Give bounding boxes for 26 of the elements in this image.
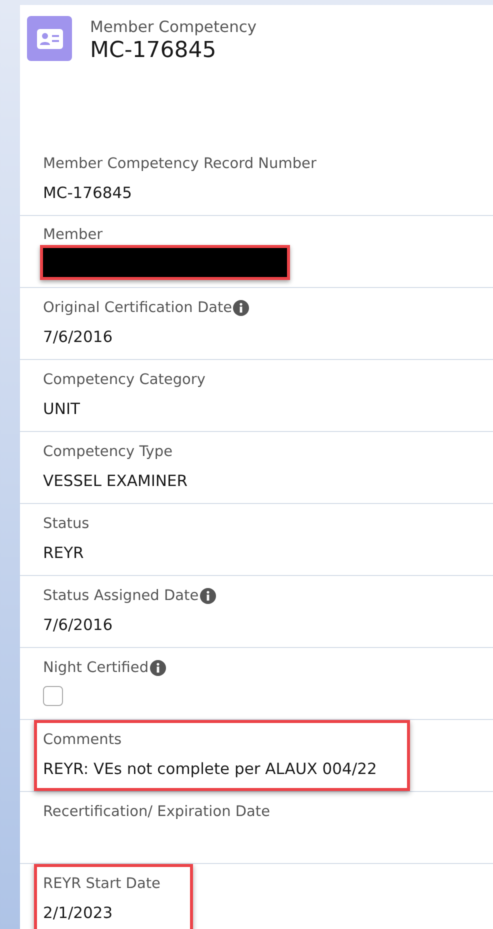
field-value: 2/1/2023 bbox=[43, 903, 114, 924]
field-value: MC-176845 bbox=[43, 183, 133, 204]
field-label: Night Certified bbox=[43, 660, 149, 676]
record-title: MC-176845 bbox=[90, 37, 218, 65]
field-label: REYR Start Date bbox=[43, 876, 160, 892]
field-label: Status Assigned Date bbox=[43, 588, 199, 604]
field-label: Competency Type bbox=[43, 444, 173, 460]
field-value: 7/6/2016 bbox=[43, 615, 114, 636]
field-value: UNIT bbox=[43, 399, 81, 420]
field-label: Status bbox=[43, 516, 90, 532]
contact-card-icon bbox=[27, 16, 72, 61]
info-icon[interactable] bbox=[150, 660, 166, 676]
object-type-label: Member Competency bbox=[90, 17, 257, 37]
field-value: VESSEL EXAMINER bbox=[43, 471, 188, 492]
field-label: Member Competency Record Number bbox=[43, 156, 316, 172]
field-value: REYR bbox=[43, 543, 85, 564]
field-value: REYR: VEs not complete per ALAUX 004/22 bbox=[43, 759, 377, 780]
field-label: Recertification/ Expiration Date bbox=[43, 804, 270, 820]
field-label: Competency Category bbox=[43, 372, 206, 388]
field-label: Member bbox=[43, 226, 103, 243]
info-icon[interactable] bbox=[200, 588, 216, 604]
info-icon[interactable] bbox=[233, 300, 250, 316]
field-label: Comments bbox=[43, 732, 122, 748]
field-label: Original Certification Date bbox=[43, 300, 232, 316]
field-value: 7/6/2016 bbox=[43, 327, 114, 348]
checkbox[interactable] bbox=[43, 686, 63, 706]
